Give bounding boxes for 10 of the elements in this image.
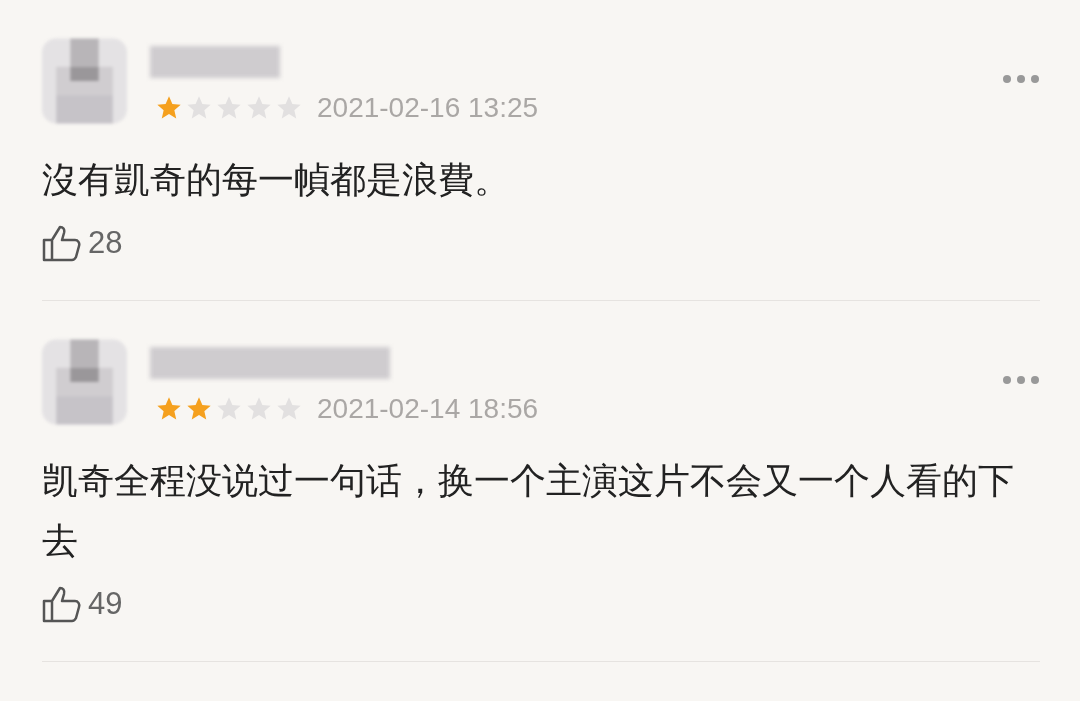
review-text: 凯奇全程没说过一句话，换一个主演这片不会又一个人看的下去 [42, 459, 1015, 563]
like-count: 49 [88, 586, 123, 622]
more-icon[interactable] [1002, 375, 1040, 385]
review-date: 2021-02-14 18:56 [317, 393, 539, 425]
thumbs-up-icon[interactable] [42, 585, 82, 623]
review-text: 沒有凱奇的每一幀都是浪費。 [42, 158, 511, 202]
more-icon[interactable] [1002, 74, 1040, 84]
like-count: 28 [88, 225, 123, 261]
review-date: 2021-02-16 13:25 [317, 92, 539, 124]
thumbs-up-icon[interactable] [42, 224, 82, 262]
